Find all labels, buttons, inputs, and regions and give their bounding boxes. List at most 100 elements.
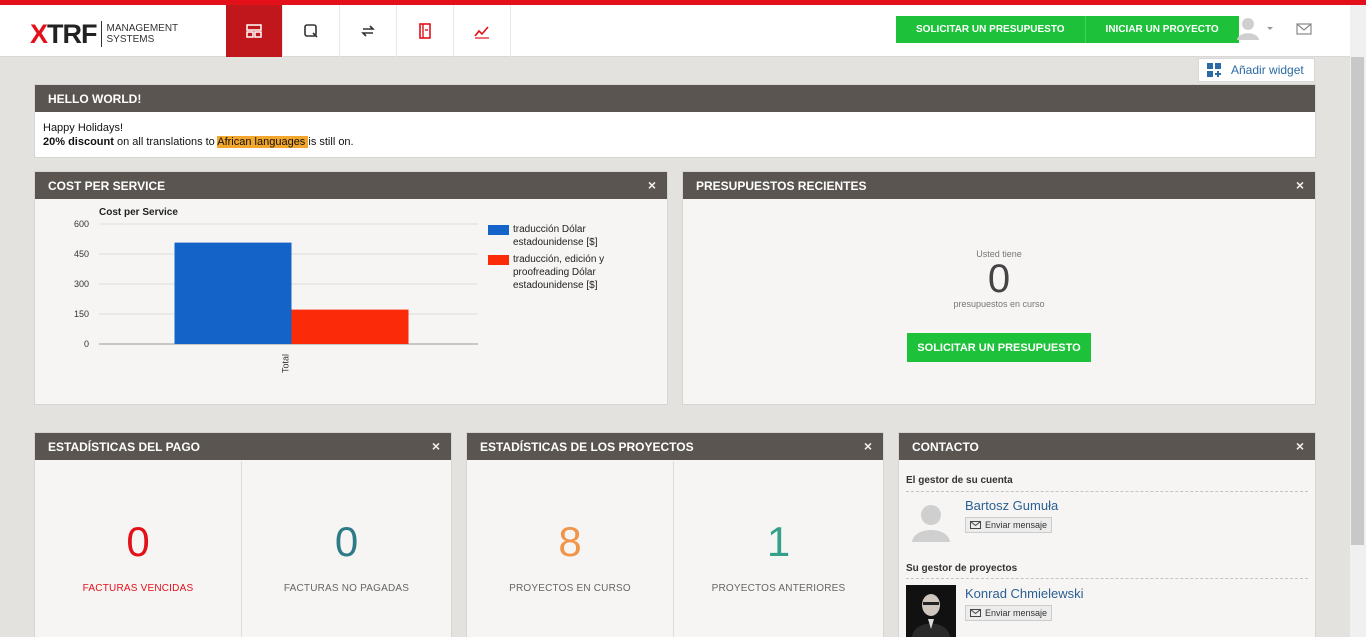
nav-search[interactable] xyxy=(283,5,340,57)
dashboard-icon xyxy=(246,24,262,38)
avatar-icon xyxy=(1237,18,1259,40)
bar-1 xyxy=(174,242,292,344)
nav-invoices[interactable] xyxy=(397,5,454,57)
close-icon[interactable]: × xyxy=(648,178,656,192)
payment-stats-title: ESTADÍSTICAS DEL PAGO xyxy=(48,439,201,454)
logo-line1: MANAGEMENT xyxy=(106,23,179,34)
project-manager-heading: Su gestor de proyectos xyxy=(906,563,1018,574)
close-icon[interactable]: × xyxy=(1296,439,1304,453)
add-widget-icon xyxy=(1207,63,1221,77)
y-tick-label: 150 xyxy=(74,309,89,319)
add-widget-label: Añadir widget xyxy=(1231,63,1304,77)
cost-per-service-header: COST PER SERVICE × xyxy=(35,172,667,199)
overdue-invoices-value: 0 xyxy=(126,518,150,565)
project-manager-name[interactable]: Konrad Chmielewski xyxy=(965,586,1084,601)
messages-button[interactable] xyxy=(1296,22,1312,40)
payment-stats-panel: ESTADÍSTICAS DEL PAGO × 0 FACTURAS VENCI… xyxy=(34,432,452,637)
envelope-icon xyxy=(1296,23,1312,35)
top-header: XTRF MANAGEMENT SYSTEMS SOLICITAR UN PRE… xyxy=(0,5,1350,57)
highlighted-text: African languages xyxy=(217,136,309,148)
envelope-icon xyxy=(970,521,981,529)
person-photo-icon xyxy=(912,594,950,637)
project-stats-header: ESTADÍSTICAS DE LOS PROYECTOS × xyxy=(467,433,883,460)
header-action-buttons: SOLICITAR UN PRESUPUESTO INICIAR UN PROY… xyxy=(896,16,1239,43)
y-tick-label: 450 xyxy=(74,249,89,259)
project-manager-send-message-button[interactable]: Enviar mensaje xyxy=(965,605,1053,621)
nav-projects[interactable] xyxy=(340,5,397,57)
cost-per-service-title: COST PER SERVICE xyxy=(48,178,166,193)
hello-line1: Happy Holidays! xyxy=(43,122,124,134)
request-quote-panel-button[interactable]: SOLICITAR UN PRESUPUESTO xyxy=(907,333,1091,362)
contact-header: CONTACTO × xyxy=(899,433,1315,460)
quotes-sub-label: presupuestos en curso xyxy=(953,299,1045,309)
cost-per-service-panel: COST PER SERVICE × Cost per Service 600 4… xyxy=(34,171,668,405)
envelope-icon xyxy=(970,609,981,617)
request-quote-button[interactable]: SOLICITAR UN PRESUPUESTO xyxy=(896,16,1085,43)
project-manager-photo xyxy=(906,585,956,637)
add-widget-button[interactable]: Añadir widget xyxy=(1198,58,1315,82)
nav-dashboard[interactable] xyxy=(226,5,283,57)
past-projects-label: PROYECTOS ANTERIORES xyxy=(711,583,846,594)
project-stats-panel: ESTADÍSTICAS DE LOS PROYECTOS × 8 PROYEC… xyxy=(466,432,884,637)
x-category-label: Total xyxy=(281,354,291,373)
nav-reports[interactable] xyxy=(454,5,511,57)
cost-chart: 600 450 300 150 0 Total xyxy=(74,219,478,373)
divider xyxy=(906,578,1308,579)
past-projects-stat[interactable]: 1 PROYECTOS ANTERIORES xyxy=(674,461,883,637)
bar-2 xyxy=(291,309,409,344)
hello-mid-text: on all translations to xyxy=(113,136,218,148)
ongoing-projects-stat[interactable]: 8 PROYECTOS EN CURSO xyxy=(467,461,674,637)
legend-swatch-blue xyxy=(488,225,509,235)
send-message-label: Enviar mensaje xyxy=(985,520,1048,530)
logo-separator xyxy=(100,21,102,47)
legend-label-traduccion: traducción Dólar estadounidense [$] xyxy=(513,224,598,248)
main-nav xyxy=(226,5,511,57)
overdue-invoices-label: FACTURAS VENCIDAS xyxy=(82,583,194,594)
overdue-invoices-stat[interactable]: 0 FACTURAS VENCIDAS xyxy=(35,461,242,637)
scrollbar-thumb[interactable] xyxy=(1351,57,1364,545)
hello-world-title: HELLO WORLD! xyxy=(48,91,142,106)
hello-end-text: is still on. xyxy=(308,136,354,148)
ongoing-projects-value: 8 xyxy=(558,518,582,565)
hello-line2: 20% discount on all translations to Afri… xyxy=(43,135,1307,149)
legend-swatch-red xyxy=(488,255,509,265)
contact-panel: CONTACTO × El gestor de su cuenta Bartos… xyxy=(898,432,1316,637)
logo-text: MANAGEMENT SYSTEMS xyxy=(107,23,179,45)
quotes-count-block: Usted tiene 0 presupuestos en curso xyxy=(683,249,1315,309)
ongoing-projects-label: PROYECTOS EN CURSO xyxy=(509,583,631,594)
close-icon[interactable]: × xyxy=(432,439,440,453)
search-icon xyxy=(304,24,318,38)
account-manager-send-message-button[interactable]: Enviar mensaje xyxy=(965,517,1053,533)
close-icon[interactable]: × xyxy=(864,439,872,453)
hello-world-header: HELLO WORLD! xyxy=(35,85,1315,112)
account-manager-heading: El gestor de su cuenta xyxy=(906,475,1013,486)
legend-label-proofreading: traducción, edición y proofreading Dólar e… xyxy=(513,254,605,291)
past-projects-value: 1 xyxy=(766,518,791,565)
y-tick-label: 600 xyxy=(74,219,89,229)
legend-item-proofreading: traducción, edición y proofreading Dólar e… xyxy=(488,253,604,292)
start-project-button[interactable]: INICIAR UN PROYECTO xyxy=(1084,16,1239,43)
hello-world-panel: HELLO WORLD! Happy Holidays! 20% discoun… xyxy=(34,84,1316,158)
unpaid-invoices-stat[interactable]: 0 FACTURAS NO PAGADAS xyxy=(242,461,451,637)
account-manager-name[interactable]: Bartosz Gumuła xyxy=(965,498,1058,513)
divider xyxy=(906,491,1308,492)
y-tick-label: 0 xyxy=(84,339,89,349)
unpaid-invoices-label: FACTURAS NO PAGADAS xyxy=(283,583,410,594)
legend-item-traduccion: traducción Dólar estadounidense [$] xyxy=(488,223,598,249)
book-icon xyxy=(419,23,431,39)
hello-world-body: Happy Holidays! 20% discount on all tran… xyxy=(35,112,1315,157)
avatar-placeholder-icon xyxy=(906,496,956,546)
close-icon[interactable]: × xyxy=(1296,178,1304,192)
logo-line2: SYSTEMS xyxy=(106,34,155,45)
logo-mark: XTRF xyxy=(30,18,98,49)
payment-stats-header: ESTADÍSTICAS DEL PAGO × xyxy=(35,433,451,460)
discount-text: 20% discount xyxy=(43,136,114,148)
recent-quotes-title: PRESUPUESTOS RECIENTES xyxy=(696,178,867,193)
quotes-count: 0 xyxy=(987,257,1011,301)
recent-quotes-panel: PRESUPUESTOS RECIENTES × Usted tiene 0 p… xyxy=(682,171,1316,405)
unpaid-invoices-value: 0 xyxy=(334,518,359,565)
project-stats-title: ESTADÍSTICAS DE LOS PROYECTOS xyxy=(480,439,694,454)
xtrf-logo[interactable]: XTRF MANAGEMENT SYSTEMS xyxy=(30,14,195,54)
user-menu[interactable] xyxy=(1236,16,1276,40)
chevron-down-icon xyxy=(1267,27,1273,30)
